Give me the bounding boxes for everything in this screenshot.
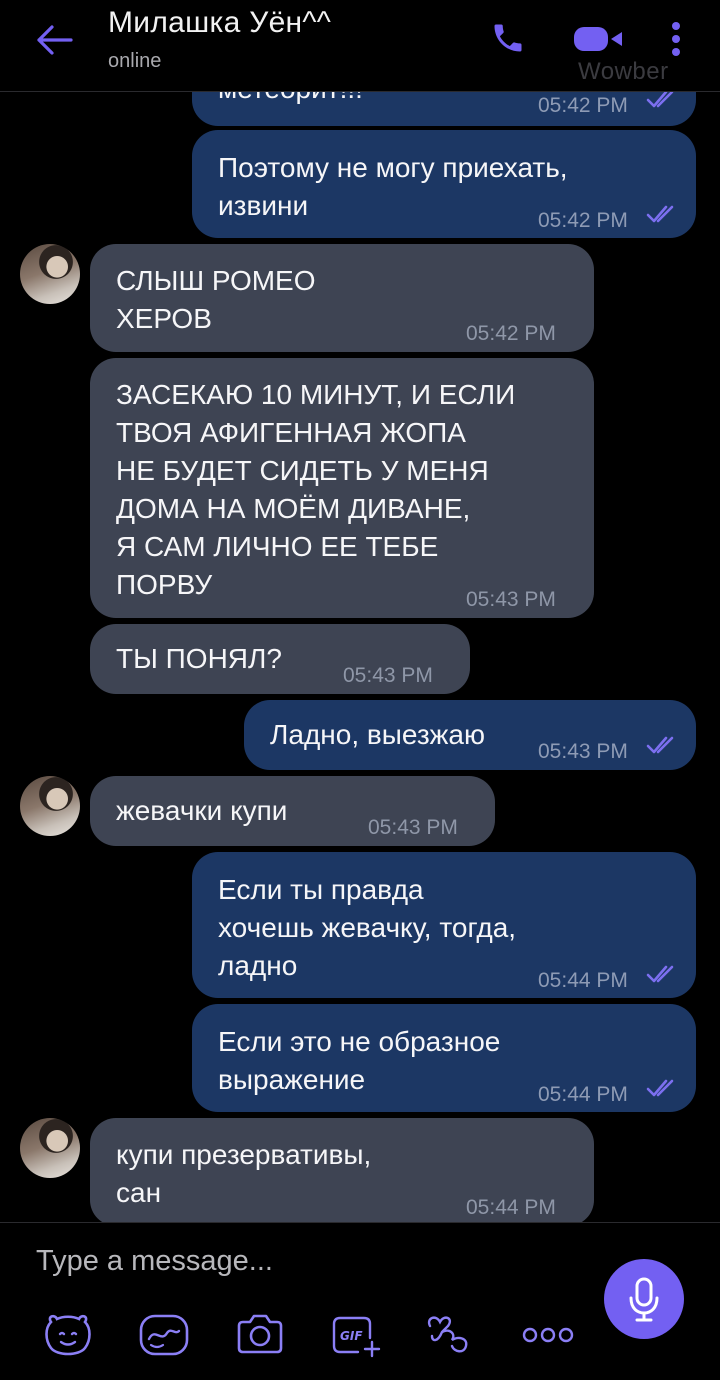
microphone-icon <box>629 1277 659 1322</box>
message-time: 05:42 PM <box>538 94 628 117</box>
voice-message-button[interactable] <box>604 1259 684 1339</box>
message-incoming[interactable]: СЛЫШ РОМЕО ХЕРОВ 05:42 PM <box>90 244 594 352</box>
kebab-menu-icon <box>672 22 680 56</box>
read-receipt-icon <box>646 205 674 223</box>
camera-icon <box>237 1314 283 1354</box>
chat-header: Милашка Уён^^ online Wowber <box>0 0 720 92</box>
message-incoming[interactable]: жевачки купи 05:43 PM <box>90 776 495 846</box>
contact-avatar[interactable] <box>20 244 80 304</box>
message-text: Поэтому не могу приехать, извини <box>218 152 568 221</box>
message-time: 05:43 PM <box>368 816 458 839</box>
message-text: купи презервативы, сан <box>116 1139 372 1208</box>
svg-text:GIF: GIF <box>340 1329 363 1343</box>
message-text: ЗАСЕКАЮ 10 МИНУТ, И ЕСЛИ ТВОЯ АФИГЕННАЯ … <box>116 379 516 600</box>
message-text: Если это не образное выражение <box>218 1026 501 1095</box>
contact-avatar[interactable] <box>20 776 80 836</box>
sticker-icon <box>45 1314 91 1356</box>
video-camera-icon <box>574 27 622 51</box>
message-text: жевачки купи <box>116 795 288 826</box>
message-text: СЛЫШ РОМЕО ХЕРОВ <box>116 265 316 334</box>
message-outgoing[interactable]: Ладно, выезжаю 05:43 PM <box>244 700 696 770</box>
contact-avatar[interactable] <box>20 1118 80 1178</box>
camera-button[interactable] <box>232 1311 288 1359</box>
message-time: 05:44 PM <box>538 1083 628 1106</box>
back-button[interactable] <box>30 18 78 62</box>
message-incoming[interactable]: купи презервативы, сан 05:44 PM <box>90 1118 594 1226</box>
message-time: 05:42 PM <box>538 209 628 232</box>
read-receipt-icon <box>646 965 674 983</box>
more-tools-button[interactable] <box>520 1311 576 1359</box>
message-time: 05:43 PM <box>343 664 433 687</box>
voice-call-button[interactable] <box>484 16 532 60</box>
message-outgoing[interactable]: Если ты правда хочешь жевачку, тогда, ла… <box>192 852 696 998</box>
read-receipt-icon <box>646 736 674 754</box>
gif-icon: GIF <box>332 1316 381 1358</box>
lens-button[interactable] <box>424 1311 480 1359</box>
read-receipt-icon <box>646 90 674 108</box>
message-incoming[interactable]: ТЫ ПОНЯЛ? 05:43 PM <box>90 624 470 694</box>
more-icon <box>522 1327 574 1343</box>
message-text: Ладно, выезжаю <box>270 719 485 750</box>
message-time: 05:44 PM <box>538 969 628 992</box>
sticker-button[interactable] <box>40 1311 96 1359</box>
contact-name[interactable]: Милашка Уён^^ <box>108 6 331 40</box>
doodle-button[interactable] <box>136 1311 192 1359</box>
message-text: Если ты правда хочешь жевачку, тогда, ла… <box>218 874 517 981</box>
read-receipt-icon <box>646 1079 674 1097</box>
gif-button[interactable]: GIF <box>328 1311 384 1359</box>
watermark: Wowber <box>578 58 669 85</box>
message-incoming[interactable]: ЗАСЕКАЮ 10 МИНУТ, И ЕСЛИ ТВОЯ АФИГЕННАЯ … <box>90 358 594 618</box>
message-text: ТЫ ПОНЯЛ? <box>116 643 282 674</box>
online-status: online <box>108 50 162 72</box>
phone-icon <box>494 24 522 52</box>
message-time: 05:43 PM <box>466 588 556 611</box>
lens-icon <box>427 1316 468 1353</box>
message-outgoing[interactable]: Если это не образное выражение 05:44 PM <box>192 1004 696 1112</box>
more-options-button[interactable] <box>658 14 694 64</box>
message-outgoing[interactable]: Поэтому не могу приехать, извини 05:42 P… <box>192 130 696 238</box>
back-arrow-icon <box>37 25 73 55</box>
message-input[interactable]: Type a message... <box>36 1245 273 1278</box>
composer: Type a message... GIF <box>0 1222 720 1380</box>
doodle-icon <box>139 1314 189 1356</box>
video-call-button[interactable] <box>566 20 630 58</box>
message-time: 05:43 PM <box>538 740 628 763</box>
message-time: 05:42 PM <box>466 322 556 345</box>
